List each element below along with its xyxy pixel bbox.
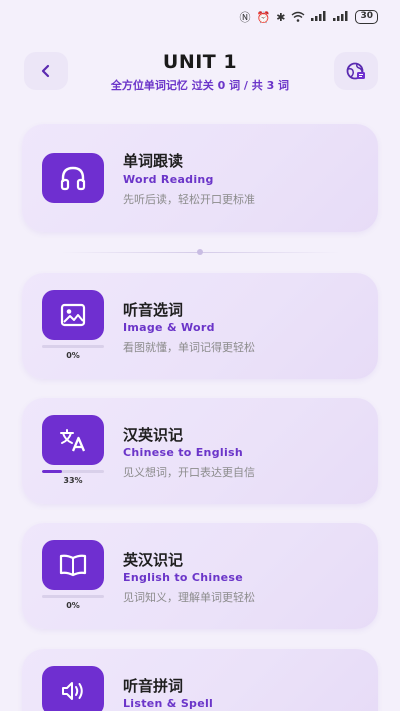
progress-fill: [42, 470, 63, 473]
card-subtitle-en: Chinese to English: [123, 446, 243, 459]
card-title: 听音选词: [123, 301, 184, 319]
progress-percent: 0%: [66, 351, 80, 360]
bluetooth-icon: ✱: [276, 10, 286, 24]
signal-icon-2: [333, 11, 349, 23]
alarm-icon: ⏰: [256, 10, 271, 24]
divider-dot: [197, 249, 203, 255]
globe-icon: [346, 62, 365, 80]
card-subtitle-en: Word Reading: [123, 173, 214, 186]
icon-box: [42, 415, 104, 465]
status-bar: Ⓝ ⏰ ✱ 30: [0, 0, 400, 34]
translate-icon: [60, 429, 86, 452]
mode-card-chinese-english[interactable]: 33% 汉英识记 Chinese to English 见义想词，开口表达更自信: [22, 398, 378, 504]
signal-icon: [311, 11, 327, 23]
progress-bar: [42, 345, 104, 348]
header: UNIT 1 全方位单词记忆 过关 0 词 / 共 3 词: [0, 50, 400, 96]
progress-bar: [42, 470, 104, 473]
mode-card-image-word[interactable]: 0% 听音选词 Image & Word 看图就懂，单词记得更轻松: [22, 273, 378, 379]
nfc-icon: Ⓝ: [239, 10, 251, 24]
icon-box: [42, 290, 104, 340]
progress-percent: 33%: [63, 476, 83, 485]
card-title: 听音拼词: [123, 677, 184, 695]
headphones-icon: [60, 166, 86, 191]
progress-bar: [42, 595, 104, 598]
icon-box: [42, 153, 104, 203]
card-subtitle-en: English to Chinese: [123, 571, 243, 584]
progress-percent: 0%: [66, 601, 80, 610]
image-icon: [60, 303, 86, 327]
icon-box: [42, 666, 104, 711]
card-subtitle-en: Listen & Spell: [123, 697, 214, 710]
icon-box: [42, 540, 104, 590]
card-description: 先听后读，轻松开口更标准: [123, 193, 255, 206]
card-description: 看图就懂，单词记得更轻松: [123, 341, 255, 354]
globe-button[interactable]: [334, 52, 378, 90]
mode-card-word-reading[interactable]: 单词跟读 Word Reading 先听后读，轻松开口更标准: [22, 124, 378, 232]
book-icon: [59, 554, 87, 577]
mode-card-listen-spell[interactable]: 听音拼词 Listen & Spell: [22, 649, 378, 711]
mode-card-english-chinese[interactable]: 0% 英汉识记 English to Chinese 见词知义，理解单词更轻松: [22, 523, 378, 629]
battery-icon: 30: [355, 10, 378, 24]
card-title: 英汉识记: [123, 551, 184, 569]
card-description: 见词知义，理解单词更轻松: [123, 591, 255, 604]
speaker-icon: [62, 682, 83, 700]
card-title: 单词跟读: [123, 152, 184, 170]
card-description: 见义想词，开口表达更自信: [123, 466, 255, 479]
wifi-icon: [291, 11, 305, 24]
card-subtitle-en: Image & Word: [123, 321, 215, 334]
card-title: 汉英识记: [123, 426, 184, 444]
